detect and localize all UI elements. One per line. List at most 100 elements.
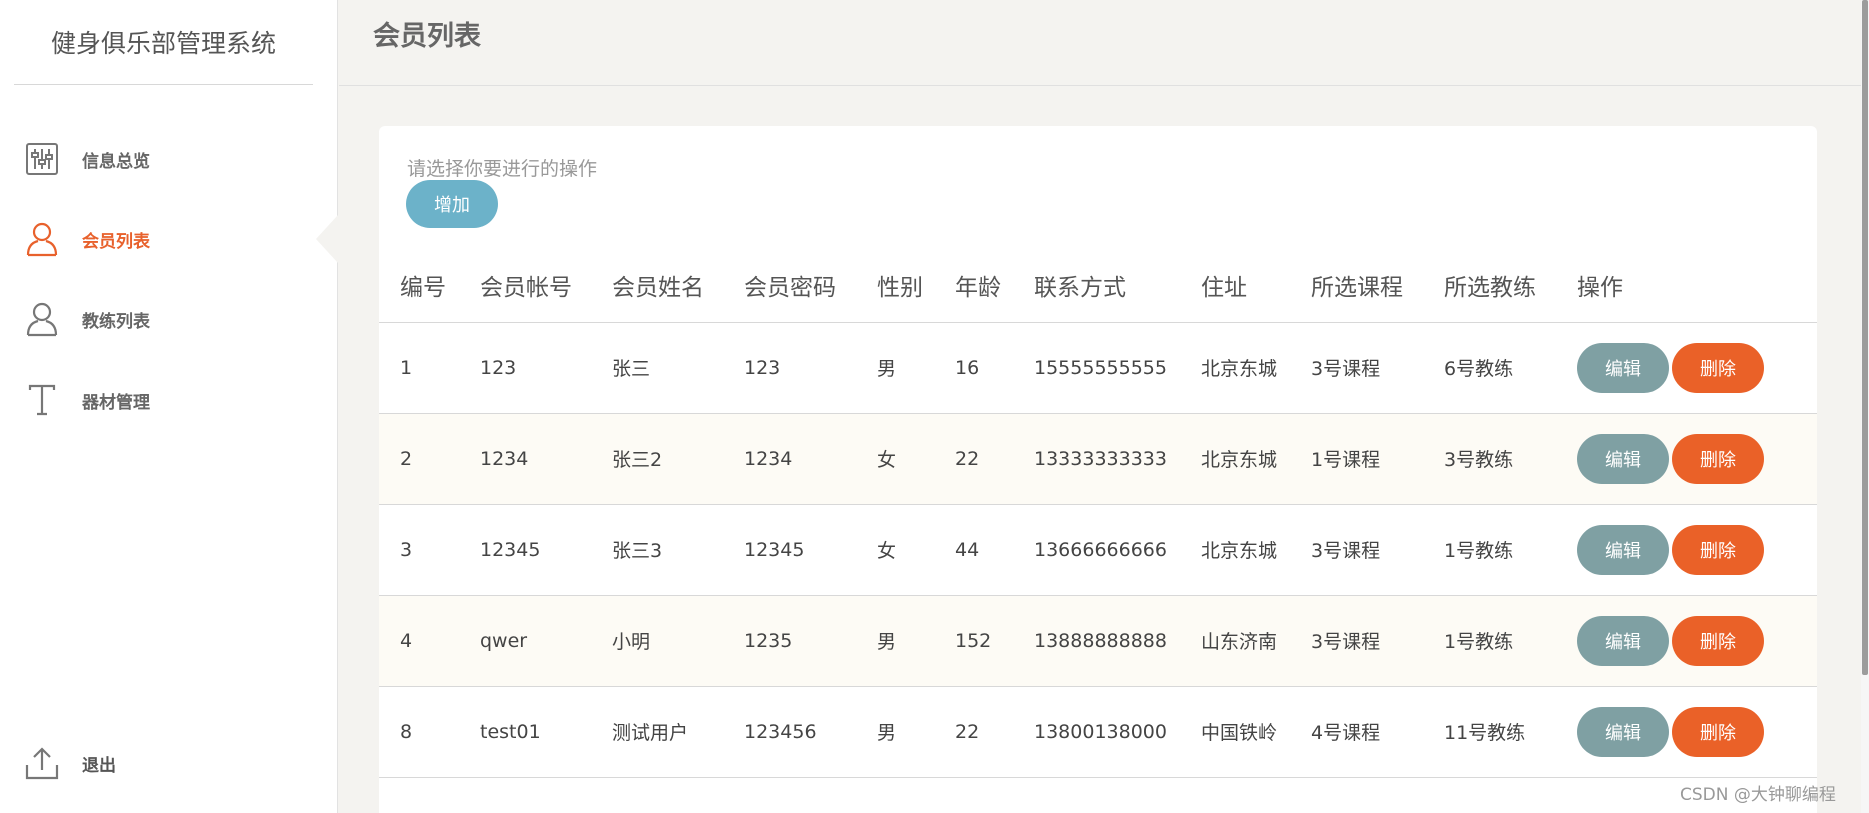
column-header: 会员帐号 (459, 248, 591, 323)
table-cell: 1号教练 (1423, 595, 1556, 687)
table-cell: 4号课程 (1290, 686, 1423, 778)
sliders-icon (24, 139, 60, 179)
sidebar-item-label: 信息总览 (82, 151, 150, 172)
page-header: 会员列表 (339, 0, 1861, 86)
delete-button[interactable]: 删除 (1672, 342, 1764, 393)
table-cell: 2 (379, 413, 459, 505)
operation-cell: 编辑 删除 (1556, 504, 1817, 596)
table-cell: qwer (459, 595, 591, 687)
table-cell: 44 (934, 504, 1013, 596)
member-list-card: 请选择你要进行的操作 增加 编号 会员帐号 会员姓名 会员密码 性别 年龄 联系… (379, 126, 1817, 813)
column-header: 会员密码 (723, 248, 856, 323)
sidebar-item-members[interactable]: 会员列表 (24, 215, 304, 263)
column-header: 住址 (1180, 248, 1290, 323)
logout-label: 退出 (82, 755, 116, 776)
table-cell: 张三3 (591, 504, 723, 596)
table-cell: 8 (379, 686, 459, 778)
sidebar-item-equipment[interactable]: 器材管理 (24, 376, 304, 424)
table-cell: 女 (856, 413, 934, 505)
table-cell: 12345 (723, 504, 856, 596)
table-cell: 22 (934, 413, 1013, 505)
column-header: 操作 (1556, 248, 1817, 323)
table-cell: 13800138000 (1013, 686, 1180, 778)
table-cell: 13666666666 (1013, 504, 1180, 596)
brand-title: 健身俱乐部管理系统 (14, 0, 313, 85)
sidebar-item-label: 器材管理 (82, 392, 150, 413)
edit-button[interactable]: 编辑 (1577, 706, 1669, 757)
table-cell: 张三 (591, 322, 723, 414)
delete-button[interactable]: 删除 (1672, 615, 1764, 666)
delete-button[interactable]: 删除 (1672, 433, 1764, 484)
page-title: 会员列表 (373, 21, 481, 52)
edit-button[interactable]: 编辑 (1577, 615, 1669, 666)
table-cell: 3号课程 (1290, 504, 1423, 596)
table-cell: 张三2 (591, 413, 723, 505)
table-row: 1 123 张三 123 男 16 15555555555 北京东城 3号课程 6号教练 编辑 删除 (379, 322, 1817, 414)
table-row: 8 test01 测试用户 123456 男 22 13800138000 中国铁岭 4号课程 1… (379, 686, 1817, 778)
table-row: 4 qwer 小明 1235 男 152 13888888888 山东济南 3号课程 1号教练 编辑… (379, 595, 1817, 687)
column-header: 所选课程 (1290, 248, 1423, 323)
column-header: 编号 (379, 248, 459, 323)
table-cell: 男 (856, 686, 934, 778)
member-table: 编号 会员帐号 会员姓名 会员密码 性别 年龄 联系方式 住址 所选课程 所选教… (379, 248, 1817, 778)
table-cell: 小明 (591, 595, 723, 687)
table-cell: 16 (934, 322, 1013, 414)
column-header: 所选教练 (1423, 248, 1556, 323)
active-nav-pointer (316, 215, 338, 263)
table-cell: 11号教练 (1423, 686, 1556, 778)
table-cell: 13888888888 (1013, 595, 1180, 687)
table-cell: 123456 (723, 686, 856, 778)
table-cell: 1号课程 (1290, 413, 1423, 505)
table-cell: 中国铁岭 (1180, 686, 1290, 778)
add-member-button[interactable]: 增加 (406, 180, 498, 228)
table-cell: 男 (856, 322, 934, 414)
table-cell: 1234 (459, 413, 591, 505)
table-cell: 山东济南 (1180, 595, 1290, 687)
operation-cell: 编辑 删除 (1556, 322, 1817, 414)
table-cell: 北京东城 (1180, 413, 1290, 505)
table-cell: 女 (856, 504, 934, 596)
table-cell: 12345 (459, 504, 591, 596)
upload-icon (24, 743, 60, 783)
column-header: 年龄 (934, 248, 1013, 323)
table-cell: 152 (934, 595, 1013, 687)
table-cell: 1234 (723, 413, 856, 505)
sidebar: 健身俱乐部管理系统 信息总览 会员列表 教练列表 器材管理 退出 (0, 0, 338, 813)
table-cell: 男 (856, 595, 934, 687)
table-cell: 北京东城 (1180, 322, 1290, 414)
scrollbar-thumb[interactable] (1862, 0, 1868, 675)
user-icon (24, 299, 60, 339)
table-cell: 6号教练 (1423, 322, 1556, 414)
table-cell: 22 (934, 686, 1013, 778)
sidebar-item-coaches[interactable]: 教练列表 (24, 295, 304, 343)
sidebar-item-label: 会员列表 (82, 231, 150, 252)
table-header-row: 编号 会员帐号 会员姓名 会员密码 性别 年龄 联系方式 住址 所选课程 所选教… (379, 248, 1817, 323)
edit-button[interactable]: 编辑 (1577, 433, 1669, 484)
table-cell: 4 (379, 595, 459, 687)
table-cell: 1235 (723, 595, 856, 687)
operation-cell: 编辑 删除 (1556, 595, 1817, 687)
table-cell: 13333333333 (1013, 413, 1180, 505)
operation-cell: 编辑 删除 (1556, 413, 1817, 505)
table-cell: 123 (723, 322, 856, 414)
edit-button[interactable]: 编辑 (1577, 524, 1669, 575)
sidebar-item-overview[interactable]: 信息总览 (24, 135, 304, 183)
delete-button[interactable]: 删除 (1672, 524, 1764, 575)
operation-cell: 编辑 删除 (1556, 686, 1817, 778)
column-header: 联系方式 (1013, 248, 1180, 323)
delete-button[interactable]: 删除 (1672, 706, 1764, 757)
table-cell: 1 (379, 322, 459, 414)
table-cell: 15555555555 (1013, 322, 1180, 414)
text-t-icon (24, 380, 60, 420)
user-icon (24, 219, 60, 259)
operation-hint: 请选择你要进行的操作 (407, 158, 598, 180)
edit-button[interactable]: 编辑 (1577, 342, 1669, 393)
table-cell: test01 (459, 686, 591, 778)
table-cell: 北京东城 (1180, 504, 1290, 596)
table-row: 2 1234 张三2 1234 女 22 13333333333 北京东城 1号课程 3号教练 编辑… (379, 413, 1817, 505)
table-cell: 测试用户 (591, 686, 723, 778)
table-cell: 1号教练 (1423, 504, 1556, 596)
table-cell: 123 (459, 322, 591, 414)
table-cell: 3号课程 (1290, 322, 1423, 414)
logout-button[interactable]: 退出 (24, 739, 304, 787)
